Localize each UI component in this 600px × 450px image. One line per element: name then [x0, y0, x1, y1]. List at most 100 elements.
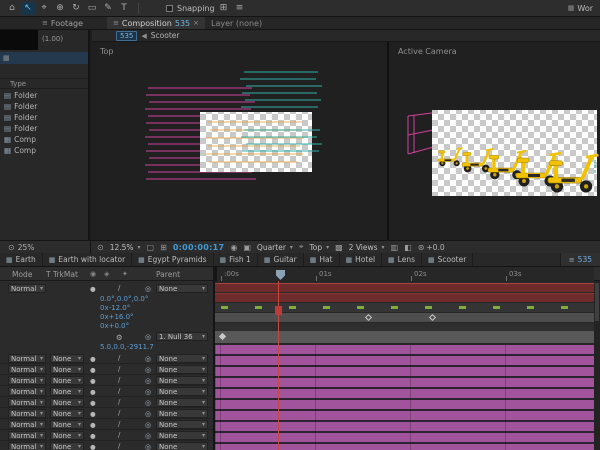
fast-previews-icon[interactable]: ◧ — [404, 243, 412, 252]
menu-icon[interactable]: ≡ — [569, 256, 575, 264]
quality-switch-icon[interactable]: / — [118, 442, 120, 450]
position-value[interactable]: 5.0,0.0,-2911.7 — [100, 343, 154, 352]
keyframe-markers-row[interactable] — [215, 303, 600, 312]
blend-mode-dropdown[interactable]: Normal ▾ — [8, 409, 46, 418]
layer-row-null-parent[interactable]: ⚙ ◎ 1. Null 36 ▾ — [0, 331, 213, 343]
track-matte-dropdown[interactable]: None ▾ — [50, 376, 84, 385]
scrollbar-thumb[interactable] — [595, 283, 599, 321]
comp-tab[interactable]: ▦ Lens — [382, 253, 422, 266]
quality-switch-icon[interactable]: / — [118, 387, 120, 395]
comp-tab[interactable]: ▦ Scooter — [422, 253, 473, 266]
project-selected-item[interactable]: ▦ — [0, 52, 88, 64]
tool-icon[interactable]: ⌂ — [5, 2, 19, 15]
layer-row[interactable]: Normal ▾ None ▾ ● / ◎ None ▾ — [0, 375, 213, 386]
layer-bars-purple[interactable] — [215, 345, 600, 450]
project-item[interactable]: ▦ Comp — [0, 134, 88, 145]
blend-mode-dropdown[interactable]: Normal ▾ — [8, 387, 46, 396]
comp-tab[interactable]: ▦ Earth — [0, 253, 43, 266]
tab-composition[interactable]: ≡ Composition 535 × — [107, 17, 205, 29]
eye-icon[interactable]: ● — [90, 399, 96, 407]
eye-icon[interactable]: ● — [90, 355, 96, 363]
position-keyframe-lane[interactable] — [215, 331, 600, 343]
tool-icon[interactable]: ⌖ — [37, 2, 51, 15]
layer-row[interactable]: Normal ▾ None ▾ ● / ◎ None ▾ — [0, 408, 213, 419]
eye-icon[interactable]: ● — [90, 285, 96, 293]
tool-icon[interactable]: ⊕ — [53, 2, 67, 15]
parent-dropdown[interactable]: None ▾ — [156, 376, 208, 385]
eye-icon[interactable]: ● — [90, 432, 96, 440]
quality-switch-icon[interactable]: / — [118, 376, 120, 384]
timeline-scrollbar[interactable] — [594, 281, 600, 450]
keyframe-icon[interactable] — [219, 333, 226, 340]
blend-mode-dropdown[interactable]: Normal ▾ — [8, 376, 46, 385]
time-ruler[interactable]: :00s01s02s03s04s — [215, 267, 594, 281]
track-matte-dropdown[interactable]: None ▾ — [50, 420, 84, 429]
roi-icon[interactable]: ▢ — [147, 243, 155, 252]
comp-tab[interactable]: ▦ Hotel — [340, 253, 383, 266]
comp-tab[interactable]: ▦ Guitar — [258, 253, 304, 266]
blend-mode-dropdown[interactable]: Normal ▾ — [8, 420, 46, 429]
parent-dropdown[interactable]: None ▾ — [156, 398, 208, 407]
eye-icon[interactable]: ● — [90, 410, 96, 418]
transparency-grid-icon[interactable]: ▩ — [335, 243, 343, 252]
parent-dropdown[interactable]: None ▾ — [156, 420, 208, 429]
y-rotation-value[interactable]: 0x+16.0° — [100, 313, 134, 322]
project-column-header[interactable]: Type — [0, 78, 88, 89]
parent-dropdown[interactable]: None ▾ — [156, 442, 208, 450]
eye-icon[interactable]: ● — [90, 388, 96, 396]
tool-icon[interactable]: T — [117, 2, 131, 15]
menu-icon[interactable]: ≡ — [42, 19, 48, 27]
workspace-tab[interactable]: ▦ Wor — [568, 4, 595, 13]
region-of-interest-icon[interactable]: ⌖ — [299, 242, 304, 252]
eye-icon[interactable]: ● — [90, 443, 96, 450]
blend-mode-dropdown[interactable]: Normal ▾ — [8, 354, 46, 363]
project-zoom-control[interactable]: ⊙ 25% — [0, 243, 84, 252]
pickwhip-icon[interactable]: ◎ — [145, 421, 151, 429]
project-item[interactable]: ▤ Folder — [0, 90, 88, 101]
pickwhip-icon[interactable]: ◎ — [145, 366, 151, 374]
zoom-dropdown[interactable]: 12.5% ▾ — [110, 243, 141, 252]
blend-mode-dropdown[interactable]: Normal ▾ — [8, 442, 46, 450]
parent-dropdown[interactable]: 1. Null 36 ▾ — [156, 332, 208, 341]
x-rotation-value[interactable]: 0x-12.0° — [100, 304, 130, 313]
project-item[interactable]: ▤ Folder — [0, 101, 88, 112]
grid-icon[interactable]: ⊞ — [217, 2, 231, 15]
quality-switch-icon[interactable]: / — [118, 365, 120, 373]
pickwhip-icon[interactable]: ◎ — [145, 285, 151, 293]
quality-switch-icon[interactable]: / — [118, 431, 120, 439]
keyframe-icon[interactable] — [429, 314, 436, 321]
pickwhip-icon[interactable]: ◎ — [145, 399, 151, 407]
view-layout-dropdown[interactable]: 2 Views ▾ — [349, 243, 385, 252]
quality-switch-icon[interactable]: / — [118, 409, 120, 417]
top-view-canvas[interactable] — [92, 42, 388, 240]
layer-bar-red-1[interactable] — [215, 283, 600, 292]
track-matte-dropdown[interactable]: None ▾ — [50, 398, 84, 407]
orientation-value[interactable]: 0.0°,0.0°,0.0° — [100, 295, 148, 304]
track-matte-dropdown[interactable]: None ▾ — [50, 365, 84, 374]
eye-icon[interactable]: ● — [90, 421, 96, 429]
track-matte-dropdown[interactable]: None ▾ — [50, 387, 84, 396]
tool-icon[interactable]: ↻ — [69, 2, 83, 15]
timeline-track-area[interactable] — [215, 281, 600, 450]
parent-dropdown[interactable]: None ▾ — [156, 365, 208, 374]
z-rotation-value[interactable]: 0x+0.0° — [100, 322, 129, 331]
column-parent[interactable]: Parent — [156, 270, 180, 279]
pickwhip-icon[interactable]: ◎ — [145, 355, 151, 363]
active-camera-canvas[interactable] — [390, 42, 600, 240]
parent-dropdown[interactable]: None ▾ — [156, 431, 208, 440]
snapshot-icon[interactable]: ◉ — [230, 243, 237, 252]
track-matte-dropdown[interactable]: None ▾ — [50, 409, 84, 418]
timeline-tab-535[interactable]: ≡ 535 — [560, 253, 600, 266]
gear-icon[interactable]: ⚙ — [116, 333, 123, 342]
tool-icon[interactable]: ✎ — [101, 2, 115, 15]
quality-switch-icon[interactable]: / — [118, 420, 120, 428]
current-time-indicator-handle[interactable] — [275, 306, 282, 315]
column-trkmat[interactable]: T TrkMat — [46, 270, 78, 279]
flowchart-comp-chip[interactable]: 535 — [116, 31, 137, 41]
pickwhip-icon[interactable]: ◎ — [145, 377, 151, 385]
comp-tab[interactable]: ▦ Hat — [304, 253, 340, 266]
project-item[interactable]: ▦ Comp — [0, 145, 88, 156]
3d-view-dropdown[interactable]: Top ▾ — [309, 243, 329, 252]
column-mode[interactable]: Mode — [12, 270, 32, 279]
exposure-control[interactable]: ⊛ +0.0 — [418, 243, 445, 252]
